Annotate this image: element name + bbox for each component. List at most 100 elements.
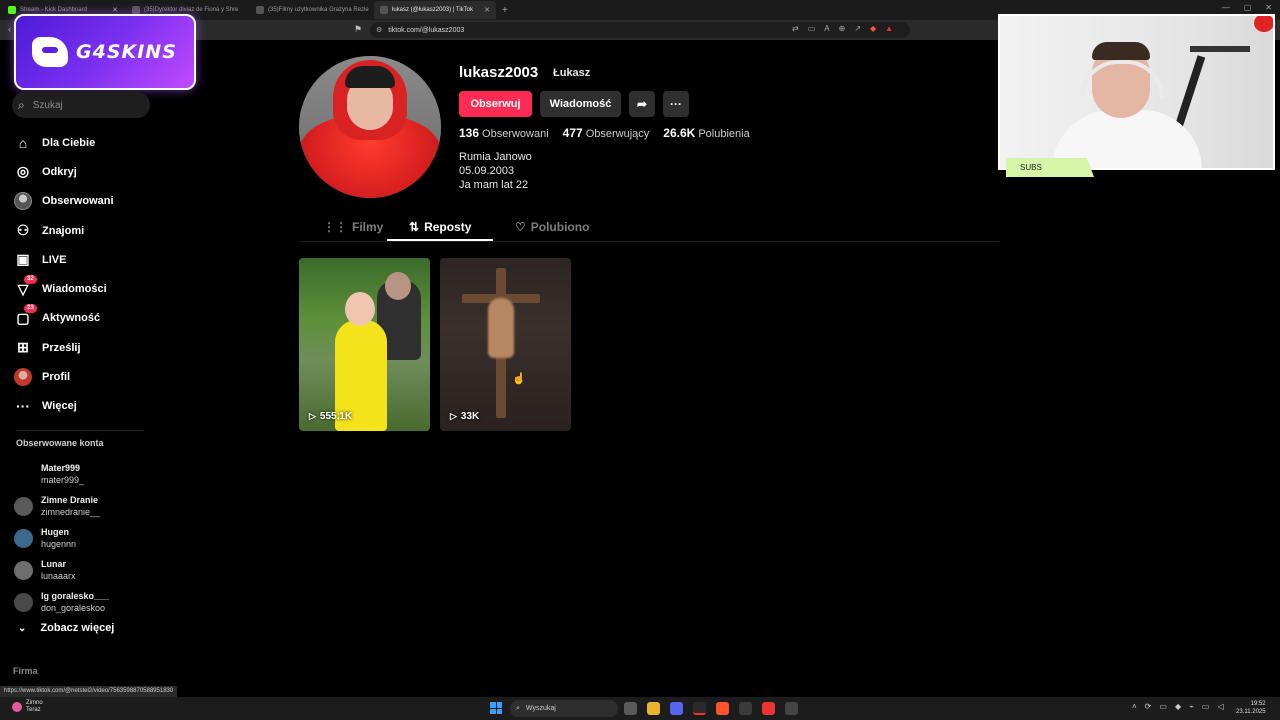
taskbar-search[interactable]: ⌕ Wyszukaj bbox=[510, 700, 618, 717]
record-icon bbox=[1254, 16, 1273, 32]
close-icon[interactable]: ✕ bbox=[112, 6, 118, 14]
settings-icon[interactable] bbox=[785, 702, 798, 715]
tab-videos[interactable]: ⋮⋮ Filmy bbox=[323, 214, 383, 240]
cast-icon[interactable]: ▭ bbox=[808, 24, 816, 33]
sidebar-item-following[interactable]: Obserwowani bbox=[14, 187, 154, 216]
address-bar-actions: ⇄ ▭ A ⊕ ↗ ◆ ▲ bbox=[792, 24, 893, 33]
share-icon[interactable]: ➦ bbox=[629, 91, 655, 117]
app-icon[interactable] bbox=[693, 702, 706, 715]
list-item[interactable]: Mater999 mater999_ bbox=[14, 458, 154, 490]
site-info-icon[interactable]: ⚙ bbox=[376, 26, 382, 34]
list-item[interactable]: lg goralesko___ don_goraleskoo bbox=[14, 586, 154, 618]
chevron-up-icon[interactable]: ˄ bbox=[1132, 702, 1137, 711]
start-icon[interactable] bbox=[490, 702, 502, 714]
more-icon: ··· bbox=[16, 398, 30, 415]
play-icon: ▷ bbox=[450, 411, 457, 421]
footer-link-company[interactable]: Firma bbox=[13, 666, 38, 676]
subs-label: SUBS bbox=[1006, 158, 1094, 177]
window-controls: — ▢ ✕ bbox=[1222, 3, 1272, 12]
app-icon[interactable] bbox=[739, 702, 752, 715]
sidebar-item-messages[interactable]: ▽ 32 Wiadomości bbox=[14, 274, 154, 303]
list-item[interactable]: Hugen hugennn bbox=[14, 522, 154, 554]
search-icon: ⌕ bbox=[516, 704, 520, 712]
volume-icon[interactable]: ◁ bbox=[1217, 702, 1223, 711]
sidebar-item-explore[interactable]: ◎ Odkryj bbox=[14, 157, 154, 186]
tiktok-favicon-icon bbox=[380, 6, 388, 14]
follow-button[interactable]: Obserwuj bbox=[459, 91, 532, 117]
app-tray-icon[interactable]: ◆ bbox=[1175, 702, 1181, 711]
messages-badge: 32 bbox=[24, 274, 37, 284]
likes-stat: 26.6K Polubienia bbox=[663, 126, 750, 140]
followed-accounts-list: Mater999 mater999_ Zimne Dranie zimnedrani… bbox=[14, 458, 154, 618]
list-item[interactable]: Lunar lunaaarx bbox=[14, 554, 154, 586]
brand-text: G4SKINS bbox=[76, 41, 177, 63]
file-explorer-icon[interactable] bbox=[647, 702, 660, 715]
sidebar-item-more[interactable]: ··· Więcej bbox=[14, 392, 154, 421]
more-options-icon[interactable]: ··· bbox=[663, 91, 689, 117]
browser-tab-active[interactable]: łukasz (@łukasz2003) | TikTok ✕ bbox=[374, 1, 496, 19]
app-icon[interactable] bbox=[762, 702, 775, 715]
home-icon: ⌂ bbox=[18, 134, 28, 151]
sidebar-item-profile[interactable]: Profil bbox=[14, 362, 154, 391]
grid-icon: ⋮⋮ bbox=[323, 220, 347, 234]
sidebar-item-activity[interactable]: ▢ 23 Aktywność bbox=[14, 303, 154, 333]
sync-icon[interactable]: ⟳ bbox=[1145, 702, 1152, 711]
sidebar-item-upload[interactable]: ⊞ Prześlij bbox=[14, 333, 154, 362]
zoom-icon[interactable]: ⊕ bbox=[839, 24, 846, 33]
list-item[interactable]: Zimne Dranie zimnedranie__ bbox=[14, 490, 154, 522]
back-icon[interactable]: ‹ bbox=[8, 24, 11, 34]
g4skins-logo-overlay: G4SKINS bbox=[14, 14, 196, 90]
tiger-mascot-icon bbox=[32, 37, 68, 67]
brave-shields-icon[interactable]: ◆ bbox=[870, 24, 876, 33]
activity-icon: ▢ 23 bbox=[14, 303, 37, 327]
browser-tab[interactable]: (35)Filmy użytkownika Grażyna Rezle bbox=[250, 1, 372, 19]
maximize-icon[interactable]: ▢ bbox=[1244, 3, 1252, 12]
clock[interactable]: 19:52 23.11.2025 bbox=[1236, 700, 1266, 716]
task-view-icon[interactable] bbox=[624, 702, 637, 715]
profile-tabs: ⋮⋮ Filmy ⇅ Reposty ♡ Polubiono bbox=[299, 214, 619, 241]
sidebar-nav: ⌂ Dla Ciebie ◎ Odkryj Obserwowani ⚇ Znajomi… bbox=[14, 128, 154, 421]
rewards-icon[interactable]: ▲ bbox=[885, 24, 893, 33]
status-url: https://www.tiktok.com/@netstel2/video/7… bbox=[0, 686, 178, 697]
upload-icon: ⊞ bbox=[17, 339, 29, 356]
new-tab-button[interactable]: + bbox=[502, 5, 508, 16]
url-text[interactable]: tiktok.com/@lukasz2003 bbox=[388, 27, 464, 34]
repost-icon: ⇅ bbox=[409, 220, 420, 234]
tab-liked[interactable]: ♡ Polubiono bbox=[515, 214, 589, 240]
network-icon[interactable]: ▭ bbox=[1159, 702, 1167, 711]
video-thumbnail[interactable]: ▷ 33K bbox=[440, 258, 571, 431]
close-icon[interactable]: ✕ bbox=[484, 6, 490, 14]
display-icon[interactable]: ▭ bbox=[1202, 702, 1210, 711]
see-more-button[interactable]: ⌄ Zobacz więcej bbox=[18, 622, 114, 634]
messages-icon: ▽ 32 bbox=[14, 274, 37, 298]
system-tray: ˄ ⟳ ▭ ◆ ⌁ ▭ ◁ bbox=[1132, 702, 1224, 711]
minimize-icon[interactable]: — bbox=[1222, 3, 1230, 12]
discord-icon[interactable] bbox=[670, 702, 683, 715]
sidebar-item-friends[interactable]: ⚇ Znajomi bbox=[14, 216, 154, 245]
following-stat[interactable]: 136 Obserwowani bbox=[459, 126, 549, 140]
followers-stat[interactable]: 477 Obserwujący bbox=[563, 126, 650, 140]
profile-bio: Rumia Janowo 05.09.2003 Ja mam lat 22 bbox=[459, 151, 532, 191]
brave-icon[interactable] bbox=[716, 702, 729, 715]
message-button[interactable]: Wiadomość bbox=[540, 91, 621, 117]
tab-reposts[interactable]: ⇅ Reposty bbox=[409, 214, 471, 240]
weather-widget[interactable]: Zimno Teraz bbox=[12, 700, 43, 714]
view-count: ▷ 33K bbox=[450, 411, 480, 422]
activity-badge: 23 bbox=[24, 303, 37, 313]
mic-icon[interactable]: ⌁ bbox=[1189, 702, 1194, 711]
font-icon[interactable]: A bbox=[824, 24, 829, 33]
avatar bbox=[14, 592, 33, 612]
share-icon[interactable]: ↗ bbox=[854, 24, 861, 33]
profile-avatar-icon bbox=[14, 368, 32, 387]
followed-accounts-header: Obserwowane konta bbox=[16, 438, 104, 448]
search-input[interactable] bbox=[32, 99, 133, 111]
bookmark-icon[interactable]: ⚑ bbox=[354, 24, 362, 35]
translate-icon[interactable]: ⇄ bbox=[792, 24, 799, 33]
close-window-icon[interactable]: ✕ bbox=[1265, 3, 1272, 12]
weather-icon bbox=[12, 702, 22, 712]
sidebar-item-live[interactable]: ▣ LIVE bbox=[14, 245, 154, 274]
video-thumbnail[interactable]: ▷ 555.1K bbox=[299, 258, 430, 431]
sidebar-search[interactable]: ⌕ bbox=[12, 92, 150, 118]
profile-avatar bbox=[299, 56, 441, 198]
sidebar-item-for-you[interactable]: ⌂ Dla Ciebie bbox=[14, 128, 154, 157]
